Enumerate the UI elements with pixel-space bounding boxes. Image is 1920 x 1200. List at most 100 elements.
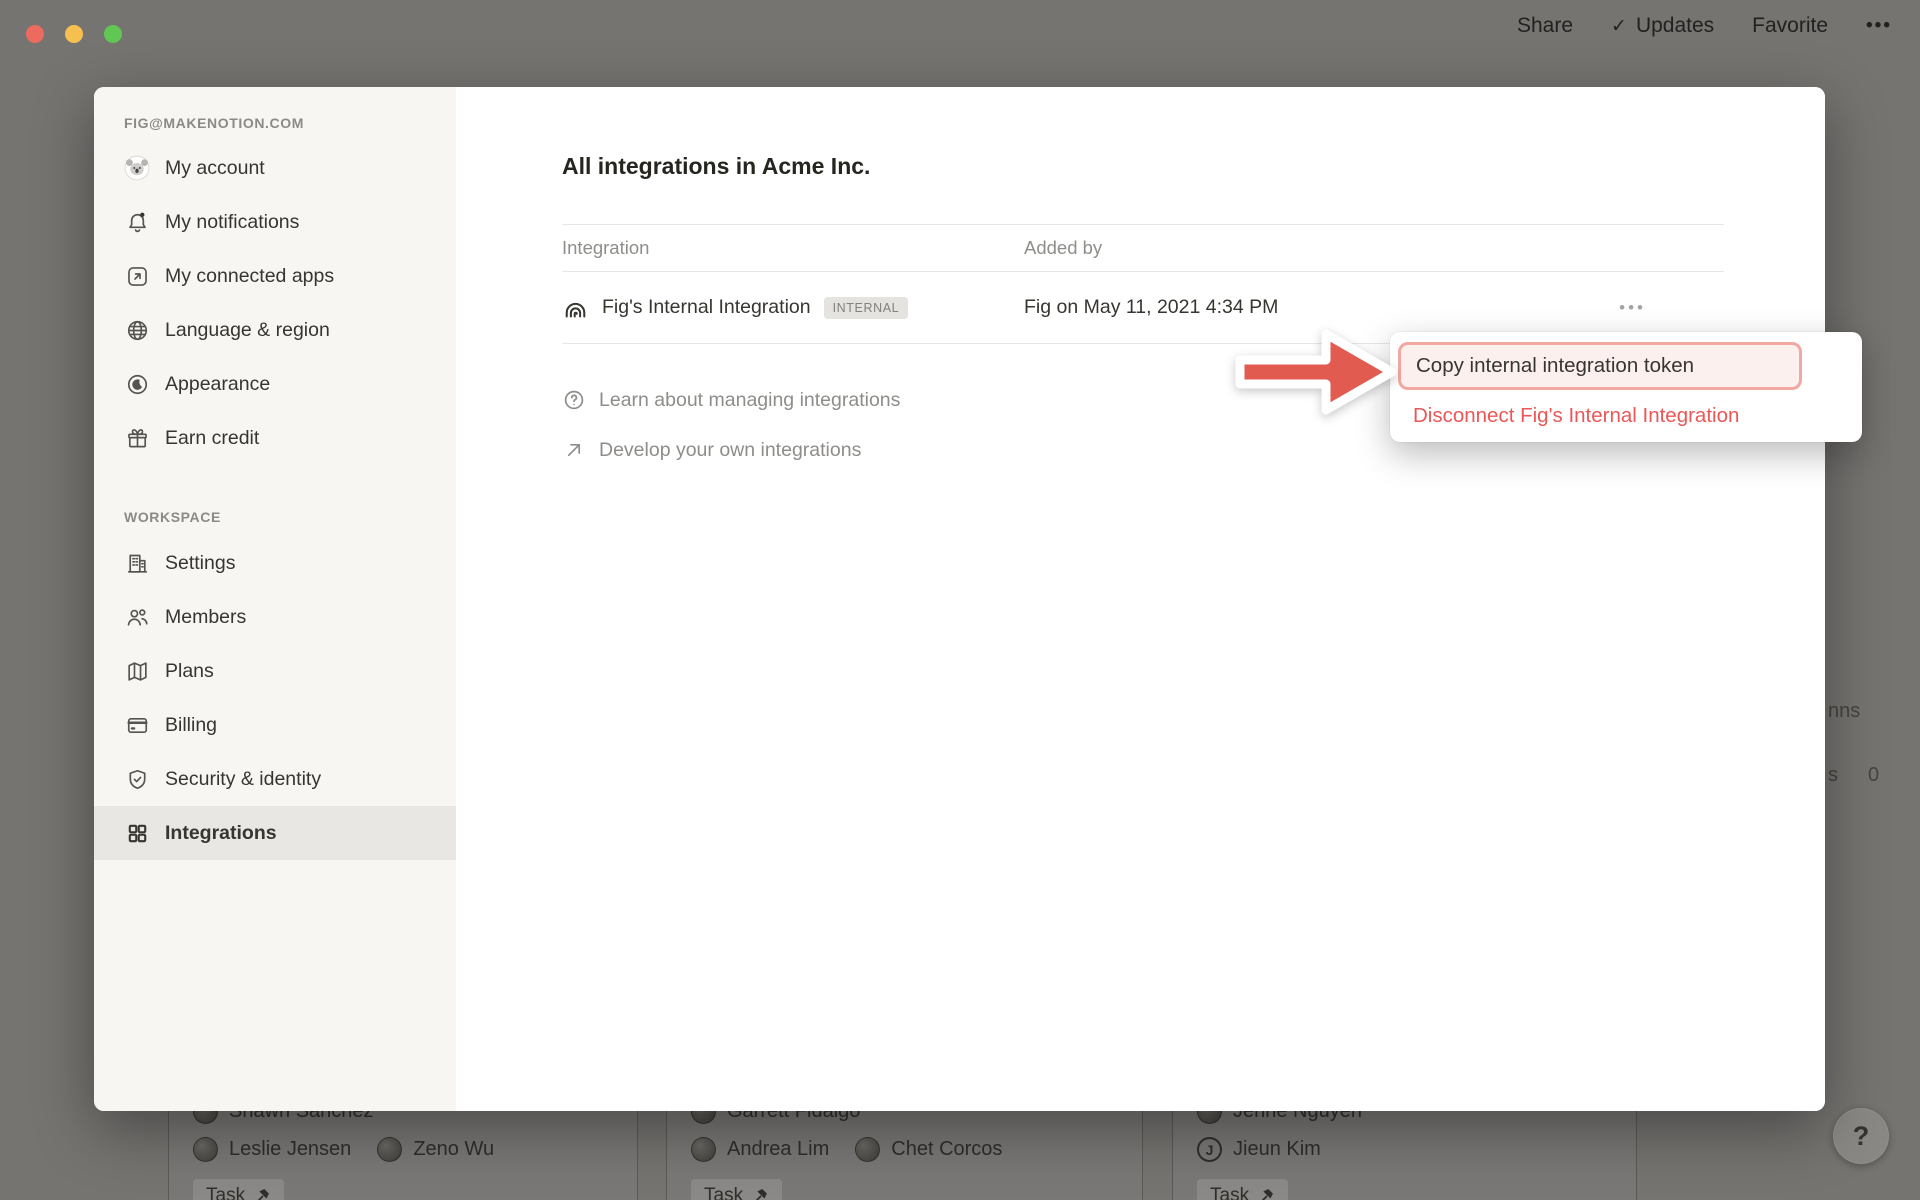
background-text-fragment: nns — [1828, 700, 1860, 723]
close-window-button[interactable] — [26, 25, 44, 43]
koala-avatar-icon — [124, 155, 150, 181]
column-header-integration: Integration — [562, 237, 1024, 259]
fragment-letter: s — [1828, 764, 1838, 787]
hammer-icon — [254, 1188, 271, 1200]
arrow-up-right-icon — [562, 438, 586, 462]
develop-integrations-link[interactable]: Develop your own integrations — [562, 425, 900, 475]
account-email-header: FIG@MAKENOTION.COM — [124, 115, 304, 131]
favorite-label: Favorite — [1752, 14, 1828, 38]
integration-context-menu: Copy internal integration token Disconne… — [1390, 332, 1862, 442]
top-toolbar: Share ✓ Updates Favorite ••• — [1517, 14, 1892, 38]
learn-managing-integrations-link[interactable]: Learn about managing integrations — [562, 375, 900, 425]
sidebar-item-appearance[interactable]: Appearance — [94, 357, 456, 411]
credit-card-icon — [124, 712, 150, 738]
copy-internal-token-menu-item[interactable]: Copy internal integration token — [1398, 342, 1802, 390]
sidebar-item-earn-credit[interactable]: Earn credit — [94, 411, 456, 465]
sidebar-item-label: My account — [165, 157, 265, 180]
sidebar-item-label: Appearance — [165, 373, 270, 396]
updates-label: Updates — [1636, 14, 1714, 38]
share-button[interactable]: Share — [1517, 14, 1573, 38]
globe-icon — [124, 317, 150, 343]
help-button: ? — [1833, 1108, 1889, 1164]
ellipsis-icon: ••• — [1866, 15, 1892, 37]
task-label: Task — [1210, 1185, 1249, 1200]
integration-name: Fig's Internal Integration — [602, 296, 811, 319]
favorite-button[interactable]: Favorite — [1752, 14, 1828, 38]
sidebar-item-label: Integrations — [165, 822, 277, 845]
people-icon — [124, 604, 150, 630]
card-members-row: Leslie Jensen Zeno Wu — [193, 1137, 508, 1162]
page-title: All integrations in Acme Inc. — [562, 153, 870, 180]
sidebar-item-label: Billing — [165, 714, 217, 737]
sidebar-item-settings[interactable]: Settings — [94, 536, 456, 590]
window-traffic-lights — [26, 25, 122, 43]
sidebar-item-my-notifications[interactable]: My notifications — [94, 195, 456, 249]
workspace-header: WORKSPACE — [124, 509, 221, 525]
sidebar-item-my-connected-apps[interactable]: My connected apps — [94, 249, 456, 303]
person-name: Chet Corcos — [891, 1138, 1002, 1161]
map-icon — [124, 658, 150, 684]
member: Andrea Lim — [691, 1137, 829, 1162]
member: Chet Corcos — [855, 1137, 1002, 1162]
person-name: Leslie Jensen — [229, 1138, 351, 1161]
link-label: Learn about managing integrations — [599, 389, 900, 412]
footer-links: Learn about managing integrations Develo… — [562, 375, 900, 475]
internal-badge: INTERNAL — [824, 297, 909, 319]
sidebar-item-label: My connected apps — [165, 265, 334, 288]
hammer-icon — [752, 1188, 769, 1200]
sidebar-item-label: My notifications — [165, 211, 299, 234]
sidebar-item-billing[interactable]: Billing — [94, 698, 456, 752]
avatar — [377, 1137, 402, 1162]
updates-button[interactable]: ✓ Updates — [1611, 14, 1714, 38]
sidebar-item-language-region[interactable]: Language & region — [94, 303, 456, 357]
zoom-window-button[interactable] — [104, 25, 122, 43]
help-circle-icon — [562, 388, 586, 412]
member: J Jieun Kim — [1197, 1137, 1321, 1162]
shield-check-icon — [124, 766, 150, 792]
sidebar-item-security-identity[interactable]: Security & identity — [94, 752, 456, 806]
arrow-up-right-box-icon — [124, 263, 150, 289]
hammer-icon — [1258, 1188, 1275, 1200]
disconnect-integration-menu-item[interactable]: Disconnect Fig's Internal Integration — [1390, 393, 1862, 432]
task-chip: Task — [691, 1179, 782, 1200]
more-options-button[interactable]: ••• — [1866, 15, 1892, 37]
task-chip: Task — [1197, 1179, 1288, 1200]
workspace-nav: Settings Members Plans Billing — [94, 536, 456, 860]
sidebar-item-label: Members — [165, 606, 246, 629]
annotation-arrow-icon — [1234, 322, 1398, 422]
column-header-added-by: Added by — [1024, 237, 1724, 259]
minimize-window-button[interactable] — [65, 25, 83, 43]
task-label: Task — [704, 1185, 743, 1200]
settings-dialog: FIG@MAKENOTION.COM My account My notific… — [94, 87, 1825, 1111]
row-more-options-button[interactable]: ••• — [1619, 298, 1646, 318]
person-name: Andrea Lim — [727, 1138, 829, 1161]
sidebar-item-members[interactable]: Members — [94, 590, 456, 644]
sidebar-item-label: Earn credit — [165, 427, 259, 450]
member: Leslie Jensen — [193, 1137, 351, 1162]
sidebar-item-plans[interactable]: Plans — [94, 644, 456, 698]
task-label: Task — [206, 1185, 245, 1200]
sidebar-item-my-account[interactable]: My account — [94, 141, 456, 195]
bell-icon — [124, 209, 150, 235]
avatar — [193, 1137, 218, 1162]
member: Zeno Wu — [377, 1137, 494, 1162]
account-nav: My account My notifications My connected… — [94, 141, 456, 465]
gift-icon — [124, 425, 150, 451]
card-members-row: Andrea Lim Chet Corcos — [691, 1137, 1016, 1162]
person-name: Jieun Kim — [1233, 1138, 1321, 1161]
check-icon: ✓ — [1611, 15, 1627, 38]
share-label: Share — [1517, 14, 1573, 38]
person-name: Zeno Wu — [413, 1138, 494, 1161]
integrations-table: Integration Added by Fig's Internal Inte… — [562, 224, 1724, 344]
sidebar-item-integrations[interactable]: Integrations — [94, 806, 456, 860]
grid-icon — [124, 820, 150, 846]
card-members-row: J Jieun Kim — [1197, 1137, 1335, 1162]
added-by-value: Fig on May 11, 2021 4:34 PM — [1024, 296, 1278, 319]
sidebar-item-label: Plans — [165, 660, 214, 683]
avatar — [855, 1137, 880, 1162]
settings-sidebar: FIG@MAKENOTION.COM My account My notific… — [94, 87, 456, 1111]
avatar-initial: J — [1197, 1137, 1222, 1162]
sidebar-item-label: Security & identity — [165, 768, 321, 791]
sidebar-item-label: Language & region — [165, 319, 330, 342]
task-chip: Task — [193, 1179, 284, 1200]
